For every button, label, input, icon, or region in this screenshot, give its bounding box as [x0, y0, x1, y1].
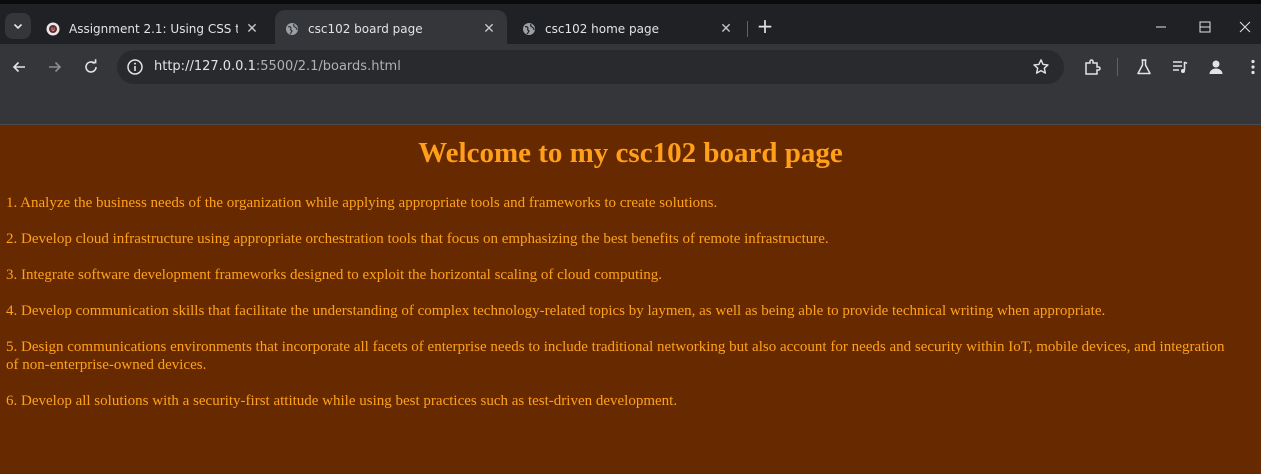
- browser-toolbar: http://127.0.0.1:5500/2.1/boards.html: [0, 44, 1261, 90]
- globe-icon: [523, 23, 535, 35]
- minimize-button-alt[interactable]: [1138, 12, 1184, 42]
- tab-strip: U Assignment 2.1: Using CSS to m ✕ csc10…: [0, 4, 1261, 48]
- forward-button[interactable]: [43, 55, 67, 79]
- tab-title: csc102 board page: [308, 22, 423, 36]
- goal-item: 5. Design communications environments th…: [6, 339, 1225, 373]
- back-arrow-icon: [12, 61, 25, 73]
- close-icon[interactable]: ✕: [718, 21, 734, 37]
- minimize-icon: [1156, 26, 1166, 28]
- goal-item: 1. Analyze the business needs of the org…: [6, 195, 718, 211]
- close-icon[interactable]: ✕: [244, 21, 260, 37]
- url-host: http://127.0.0.1: [154, 59, 256, 74]
- info-icon[interactable]: [126, 58, 144, 76]
- page-content: Welcome to my csc102 board page 1. Analy…: [0, 124, 1261, 474]
- tab-title: Assignment 2.1: Using CSS to m: [69, 22, 238, 36]
- globe-icon: [286, 23, 298, 35]
- labs-button[interactable]: [1134, 57, 1154, 77]
- profile-button[interactable]: [1206, 57, 1226, 77]
- back-button[interactable]: [7, 55, 31, 79]
- url-text[interactable]: http://127.0.0.1:5500/2.1/boards.html: [154, 59, 401, 74]
- reload-button[interactable]: [79, 55, 103, 79]
- kebab-menu-icon: [1251, 59, 1255, 75]
- forward-arrow-icon: [49, 61, 62, 73]
- url-path: :5500/2.1/boards.html: [255, 59, 401, 74]
- puzzle-icon: [1085, 59, 1101, 75]
- media-controls-button[interactable]: [1170, 57, 1190, 77]
- bookmarks-bar: [0, 90, 1261, 124]
- close-icon[interactable]: ✕: [481, 21, 497, 37]
- reload-icon: [85, 59, 97, 73]
- tab-home-page[interactable]: csc102 home page ✕: [512, 10, 744, 48]
- tab-board-page[interactable]: csc102 board page ✕: [275, 10, 507, 48]
- star-icon[interactable]: [1032, 58, 1050, 76]
- new-tab-button[interactable]: +: [755, 16, 775, 37]
- extensions-button[interactable]: [1082, 57, 1102, 77]
- close-window-button[interactable]: [1229, 12, 1261, 42]
- flask-icon: [1137, 59, 1151, 75]
- playlist-icon: [1173, 61, 1188, 73]
- maximize-icon: [1199, 21, 1211, 33]
- tab-title: csc102 home page: [545, 22, 659, 36]
- goals-list: 1. Analyze the business needs of the org…: [0, 194, 1261, 410]
- toolbar-divider: [1117, 58, 1118, 76]
- address-bar[interactable]: http://127.0.0.1:5500/2.1/boards.html: [117, 50, 1064, 84]
- goal-item: 6. Develop all solutions with a security…: [6, 393, 678, 409]
- page-title: Welcome to my csc102 board page: [418, 137, 843, 169]
- chevron-down-icon: [13, 23, 23, 30]
- goal-item: 2. Develop cloud infrastructure using ap…: [6, 231, 829, 247]
- goal-item: 4. Develop communication skills that fac…: [6, 303, 1106, 319]
- goal-item: 3. Integrate software development framew…: [6, 267, 663, 283]
- person-icon: [1209, 60, 1223, 74]
- tab-divider: [747, 21, 748, 37]
- browser-menu-button[interactable]: [1243, 57, 1261, 77]
- site-favicon-icon: U: [46, 22, 60, 36]
- close-icon: [1239, 21, 1251, 33]
- tab-search-button[interactable]: [5, 13, 31, 39]
- svg-text:U: U: [51, 27, 54, 33]
- tab-assignment[interactable]: U Assignment 2.1: Using CSS to m ✕: [36, 10, 270, 48]
